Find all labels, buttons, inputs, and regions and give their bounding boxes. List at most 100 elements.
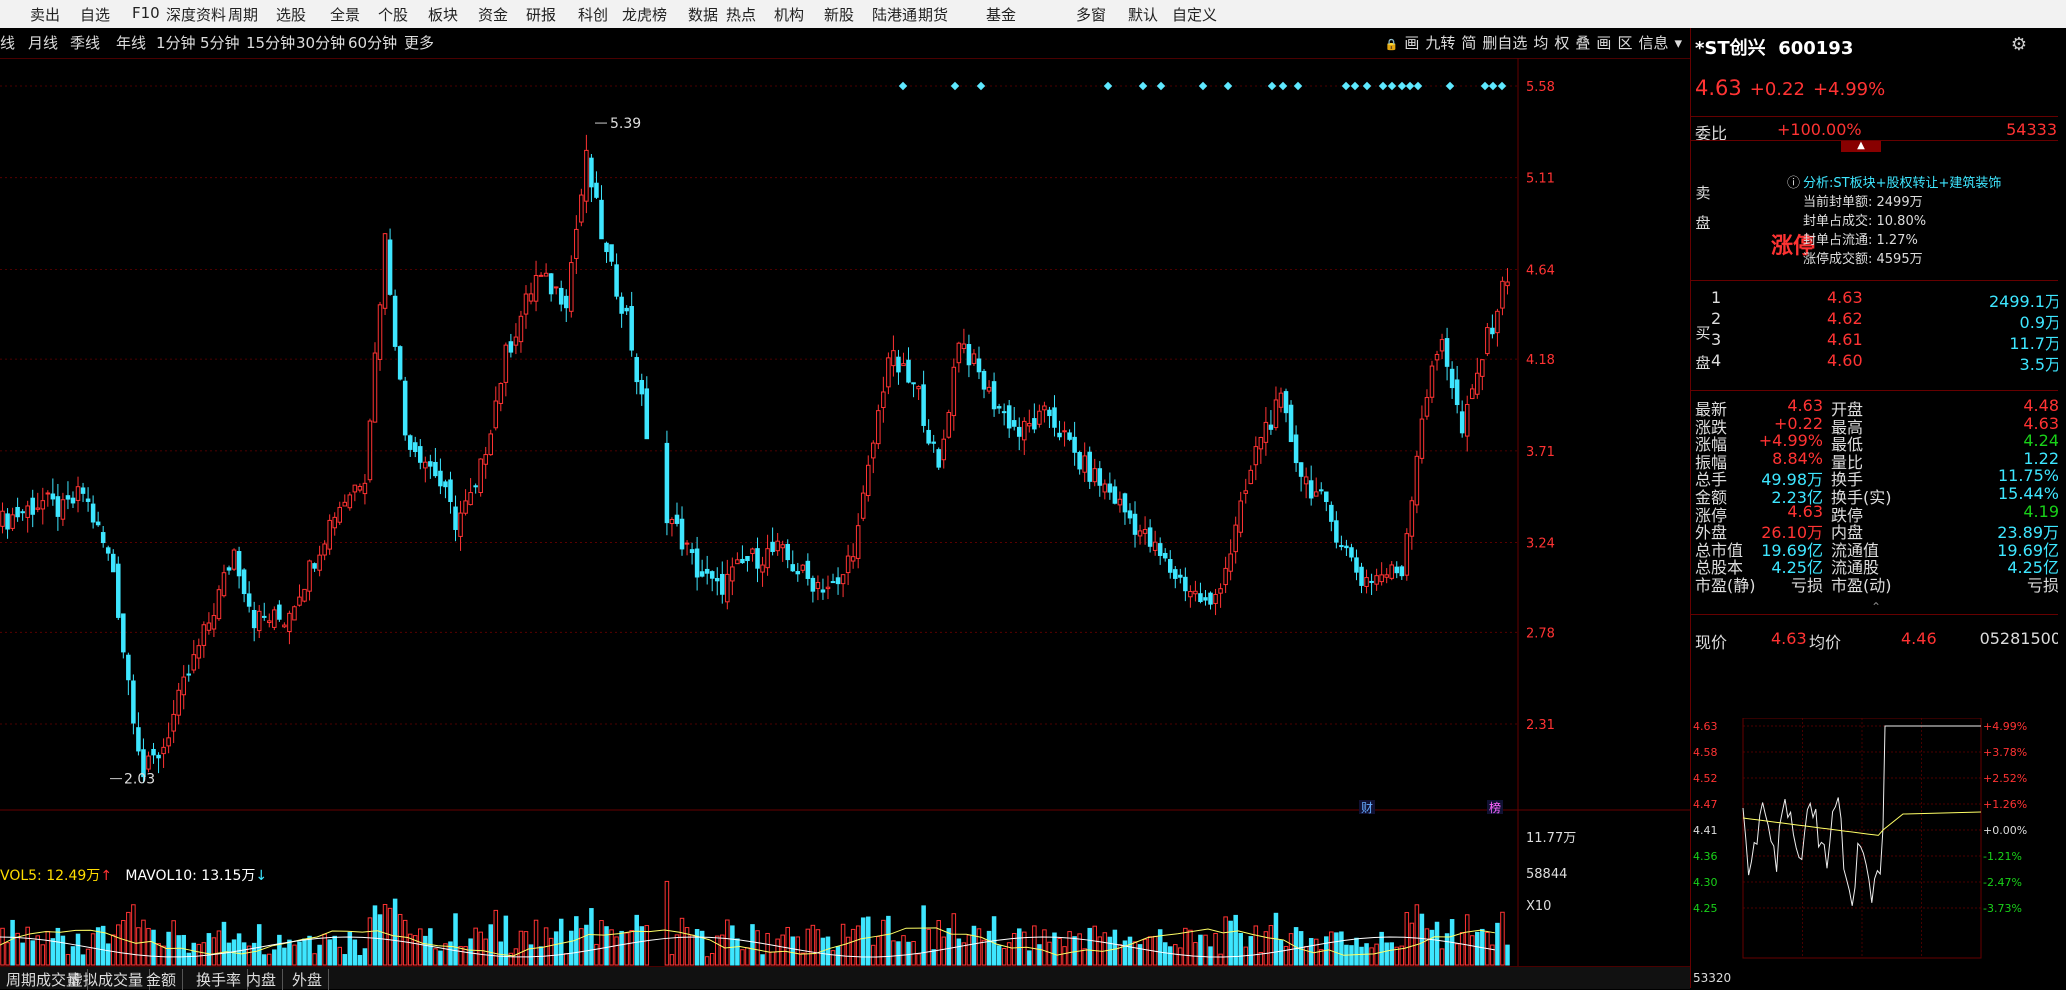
- menu-item[interactable]: 研报: [526, 4, 556, 25]
- period-tab[interactable]: 60分钟: [348, 32, 397, 53]
- volume-bar: [1087, 927, 1092, 966]
- volume-bar: [1454, 943, 1460, 966]
- volume-bar: [1238, 932, 1243, 966]
- candle-body: [891, 350, 896, 367]
- menu-item[interactable]: 自选: [80, 4, 110, 25]
- candle-body: [453, 506, 458, 530]
- menu-item[interactable]: F10: [132, 4, 160, 22]
- menu-item[interactable]: 默认: [1128, 4, 1158, 25]
- volume-bar: [131, 904, 136, 966]
- period-tab[interactable]: 月线: [28, 32, 58, 53]
- bottom-tab[interactable]: 外盘: [286, 969, 330, 990]
- kline-chart[interactable]: 5.58 5.11 4.64 4.18 3.71 3.24 2.78 2.31 5.39 2.03…: [0, 58, 1690, 966]
- volume-bar: [684, 927, 690, 966]
- gear-icon[interactable]: ⚙: [2011, 34, 2027, 55]
- volume-bar: [1082, 948, 1087, 966]
- volume-bar: [865, 916, 871, 966]
- candle-body: [1112, 486, 1118, 504]
- tool-button[interactable]: 均: [1533, 34, 1548, 52]
- stat-value: 1.22: [2023, 448, 2059, 468]
- volume-bar: [1142, 938, 1148, 966]
- volume-legend: VOL5: 12.49万↑ MAVOL10: 13.15万↓: [0, 865, 267, 885]
- period-tab[interactable]: 线: [0, 32, 15, 53]
- volume-bar: [372, 905, 378, 966]
- volume-bar: [689, 934, 695, 966]
- bottom-tab[interactable]: 金额: [140, 969, 184, 990]
- tool-button[interactable]: 区: [1617, 34, 1632, 52]
- intraday-mini-chart[interactable]: 4.63 +4.99% 4.58 +3.78% 4.52 +2.52% 4.47 +1.26%…: [1691, 718, 2066, 988]
- candle-body: [584, 149, 589, 202]
- tool-button[interactable]: 信息: [1638, 34, 1668, 52]
- mini-pct-tick: +2.52%: [1983, 772, 2027, 785]
- menu-item[interactable]: 自定义: [1172, 4, 1217, 25]
- candle-body: [433, 461, 438, 477]
- candle-body: [1102, 483, 1108, 493]
- tool-button[interactable]: 简: [1461, 34, 1476, 52]
- candle-body: [448, 479, 453, 503]
- price-tick-label: 2.78: [1526, 626, 1555, 641]
- volume-bar: [277, 934, 282, 966]
- bottom-tab[interactable]: 虚拟成交量: [62, 969, 151, 990]
- menu-item[interactable]: 资金: [478, 4, 508, 25]
- candle-body: [1097, 468, 1103, 486]
- menu-item[interactable]: 陆港通: [872, 4, 917, 25]
- collapse-up-icon[interactable]: ▲: [1841, 140, 1881, 152]
- menu-item[interactable]: 板块: [428, 4, 458, 25]
- period-tab[interactable]: 年线: [116, 32, 146, 53]
- menu-item[interactable]: 数据: [688, 4, 718, 25]
- volume-bar: [619, 930, 624, 966]
- candle-body: [302, 588, 307, 602]
- collapse-chevron-icon[interactable]: ⌃: [1871, 600, 1881, 614]
- menu-item[interactable]: 新股: [824, 4, 854, 25]
- volume-bar: [1001, 948, 1007, 966]
- candle-body: [95, 521, 101, 526]
- menu-item[interactable]: 科创: [578, 4, 608, 25]
- menu-item[interactable]: 基金: [986, 4, 1016, 25]
- volume-bar: [971, 925, 977, 966]
- signal-diamond: [1445, 81, 1455, 91]
- menu-item[interactable]: 选股: [276, 4, 306, 25]
- menu-item[interactable]: 周期: [228, 4, 258, 25]
- volume-bar: [65, 954, 71, 966]
- period-tab[interactable]: 15分钟: [246, 32, 295, 53]
- volume-bar: [55, 927, 61, 966]
- period-tab[interactable]: 更多: [404, 32, 434, 53]
- candle-body: [357, 485, 363, 491]
- mini-pct-tick: +4.99%: [1983, 720, 2027, 733]
- tool-button[interactable]: 九转: [1425, 34, 1455, 52]
- chevron-down-icon[interactable]: ▾: [1674, 34, 1682, 52]
- menu-item[interactable]: 多窗: [1076, 4, 1106, 25]
- tool-button[interactable]: 权: [1554, 34, 1569, 52]
- period-tab[interactable]: 季线: [70, 32, 100, 53]
- volume-bar: [1188, 929, 1193, 966]
- tool-button[interactable]: 画: [1404, 34, 1419, 52]
- volume-bar: [780, 934, 785, 966]
- menu-item[interactable]: 深度资料: [166, 4, 226, 25]
- menu-item[interactable]: 个股: [378, 4, 408, 25]
- period-tab[interactable]: 5分钟: [200, 32, 240, 53]
- period-tab[interactable]: 1分钟: [156, 32, 196, 53]
- menu-item[interactable]: 热点: [726, 4, 756, 25]
- price-tick-label: 4.18: [1526, 353, 1555, 368]
- volume-bar: [805, 928, 811, 966]
- tool-button[interactable]: 叠: [1575, 34, 1590, 52]
- menu-item[interactable]: 机构: [774, 4, 804, 25]
- menu-item[interactable]: 全景: [330, 4, 360, 25]
- candle-body: [272, 609, 277, 628]
- lock-icon[interactable]: 🔒: [1385, 38, 1399, 51]
- candle-body: [1037, 410, 1042, 425]
- stock-title: *ST创兴 600193: [1695, 34, 1853, 60]
- candle-body: [1379, 574, 1384, 583]
- menu-item[interactable]: 龙虎榜: [622, 4, 667, 25]
- menu-item[interactable]: 卖出: [30, 4, 60, 25]
- tool-button[interactable]: 删自选: [1482, 34, 1527, 52]
- signal-diamond: [1293, 81, 1303, 91]
- signal-diamond: [1267, 81, 1277, 91]
- bottom-tab[interactable]: 内盘: [240, 969, 284, 990]
- period-tab[interactable]: 30分钟: [296, 32, 345, 53]
- menu-item[interactable]: 期货: [918, 4, 948, 25]
- candle-body: [1027, 423, 1032, 427]
- tool-button[interactable]: 画: [1596, 34, 1611, 52]
- high-annotation: 5.39: [610, 116, 641, 132]
- xianjia-value: 4.63: [1771, 629, 1807, 648]
